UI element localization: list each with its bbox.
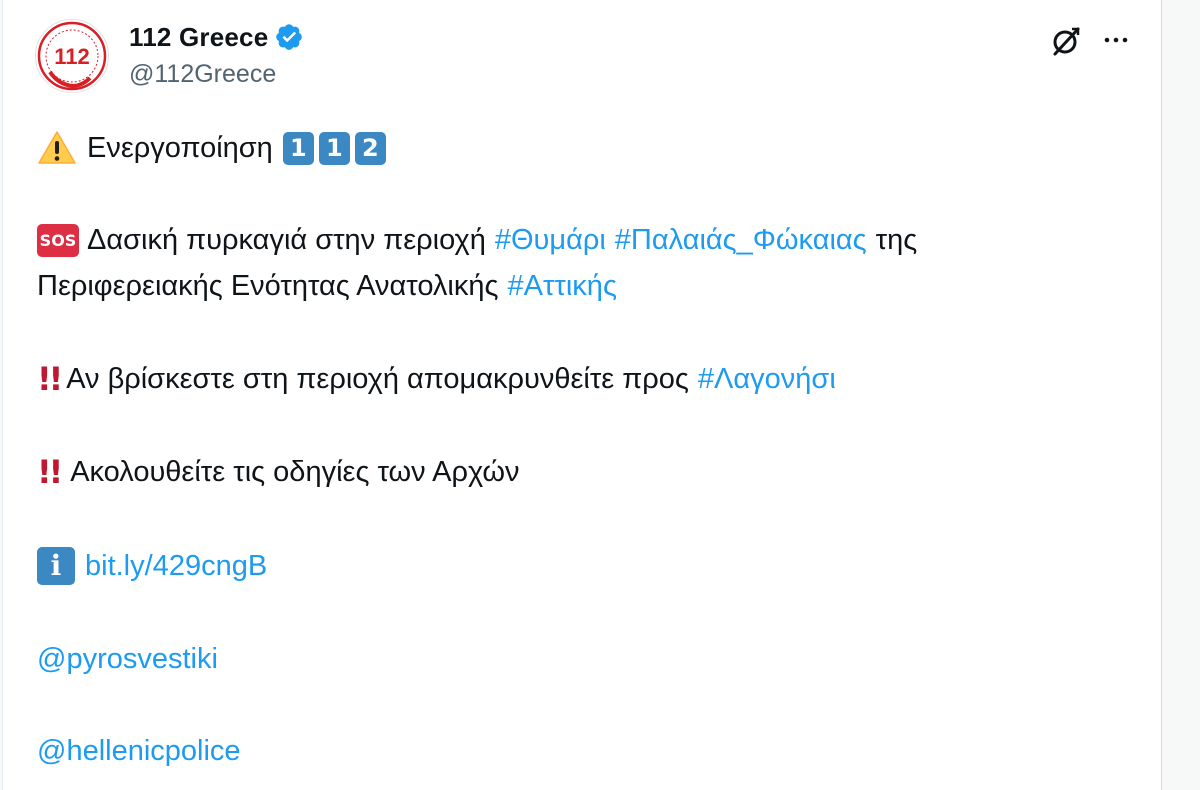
info-icon: i [37,547,75,585]
tweet-line-info-link: i bit.ly/429cngB [37,543,267,589]
keycap-2-icon: 2 [354,131,386,165]
tweet-line-fire: SOS Δασική πυρκαγιά στην περιοχή #Θυμάρι… [37,217,917,263]
instructions-text: Ακολουθείτε τις οδηγίες των Αρχών [70,456,520,488]
avatar-text: 112 [54,44,90,69]
display-name[interactable]: 112 Greece [129,22,268,53]
author-handle[interactable]: @112Greece [129,60,276,89]
keycap-1-icon: 1 [282,131,314,165]
region-text: Περιφερειακής Ενότητας Ανατολικής [37,270,499,302]
tweet-card: 112 112 Greece @112Greece Ενεργοποίηση 1… [2,0,1162,790]
sos-icon: SOS [37,223,79,257]
tweet-line-instructions: !! Ακολουθείτε τις οδηγίες των Αρχών [37,449,520,495]
warning-icon [38,131,76,164]
tweet-line-mention-fire: @pyrosvestiki [37,636,218,682]
tweet-line-mention-police: @hellenicpolice [37,728,241,774]
double-exclamation-icon: !! [37,360,63,398]
grok-icon[interactable] [1049,24,1083,58]
activation-text: Ενεργοποίηση [87,132,273,164]
hashtag-attikis[interactable]: #Αττικής [507,263,616,309]
hashtag-lagonisi[interactable]: #Λαγονήσι [698,356,836,402]
verified-badge-icon[interactable] [274,22,304,52]
mention-hellenicpolice[interactable]: @hellenicpolice [37,728,241,774]
tweet-line-region: Περιφερειακής Ενότητας Ανατολικής #Αττικ… [37,263,617,309]
avatar[interactable]: 112 [35,19,109,93]
tweet-line-evacuate: !! Αν βρίσκεστε στη περιοχή απομακρυνθεί… [37,356,836,402]
mention-pyrosvestiki[interactable]: @pyrosvestiki [37,636,218,682]
avatar-logo-icon: 112 [37,21,107,91]
double-exclamation-icon: !! [37,453,63,491]
author-name-row: 112 Greece [129,20,304,54]
hashtag-palaias-fokaias[interactable]: #Παλαιάς_Φώκαιας [615,217,867,263]
tweet-line-activation: Ενεργοποίηση 1 1 2 [37,125,391,171]
tweet-header: 112 112 Greece @112Greece [3,0,1161,110]
fire-text: Δασική πυρκαγιά στην περιοχή [87,224,486,256]
fire-text-tail: της [875,224,918,256]
keycap-1-icon: 1 [318,131,350,165]
more-options-icon[interactable] [1099,24,1133,58]
evacuate-text: Αν βρίσκεστε στη περιοχή απομακρυνθείτε … [66,363,689,395]
short-link[interactable]: bit.ly/429cngB [85,543,267,589]
hashtag-thymari[interactable]: #Θυμάρι [495,217,606,263]
